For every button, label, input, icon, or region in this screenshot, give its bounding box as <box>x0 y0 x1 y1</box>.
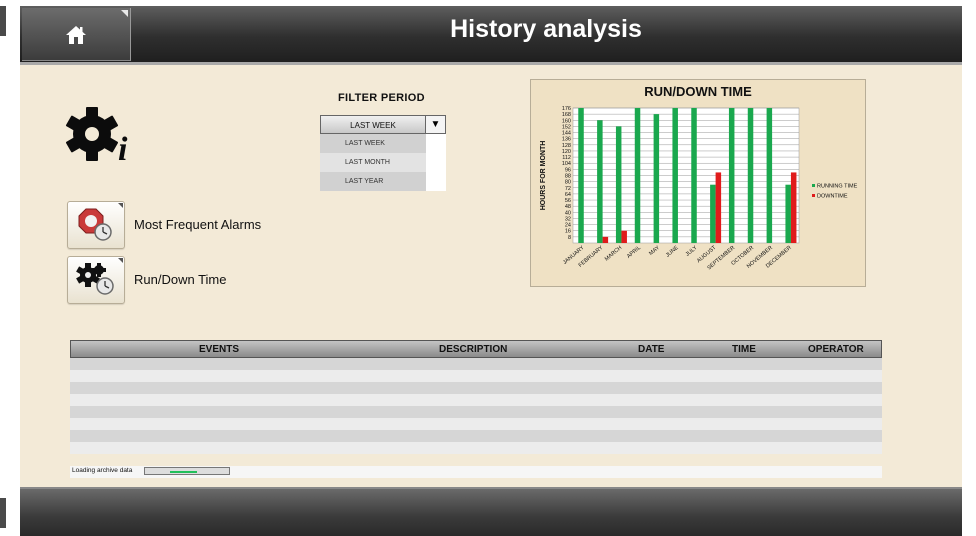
dropdown-arrow-icon[interactable]: ▼ <box>426 115 446 134</box>
x-tick-label: MAY <box>648 245 661 257</box>
legend-swatch-running <box>812 184 815 187</box>
period-options-list: LAST WEEK LAST MONTH LAST YEAR <box>320 134 446 191</box>
left-window-edge <box>0 0 9 534</box>
bar-running-november <box>766 108 773 243</box>
y-tick-label: 120 <box>562 149 571 155</box>
y-tick-label: 136 <box>562 137 571 143</box>
y-tick-label: 88 <box>565 174 571 180</box>
loading-progress-fill <box>170 471 198 473</box>
y-tick-label: 144 <box>562 131 571 137</box>
y-tick-label: 24 <box>565 223 571 229</box>
y-axis-label: HOURS FOR MONTH <box>540 141 547 211</box>
bar-downtime-february <box>602 236 609 243</box>
period-option[interactable]: LAST MONTH <box>320 153 426 172</box>
legend-label-running: RUNNING TIME <box>817 184 858 190</box>
main-panel: i Most Frequent Alarms Run/Down Time FIL… <box>20 65 962 487</box>
header-date: DATE <box>638 344 665 355</box>
table-header: EVENTS DESCRIPTION DATE TIME OPERATOR <box>70 340 882 358</box>
most-frequent-alarms-label: Most Frequent Alarms <box>134 217 262 232</box>
title-bar: History analysis <box>20 6 962 65</box>
bar-downtime-march <box>621 230 627 243</box>
y-tick-label: 40 <box>565 210 571 216</box>
table-row[interactable] <box>70 418 882 430</box>
bar-running-december <box>785 184 791 243</box>
page-title: History analysis <box>450 15 642 43</box>
bar-running-october <box>747 108 754 243</box>
bar-running-july <box>691 108 697 243</box>
edge-marker-bottom <box>0 498 6 528</box>
table-row[interactable] <box>70 394 882 406</box>
button-corner-marker <box>118 203 123 208</box>
y-tick-label: 168 <box>562 112 571 118</box>
period-option[interactable]: LAST WEEK <box>320 134 426 153</box>
y-tick-label: 128 <box>562 143 571 149</box>
y-tick-label: 176 <box>562 106 571 112</box>
header-time: TIME <box>732 344 756 355</box>
table-row[interactable] <box>70 382 882 394</box>
x-tick-label: MARCH <box>604 245 623 263</box>
legend-swatch-downtime <box>812 194 815 197</box>
x-tick-label: APRIL <box>626 245 642 260</box>
edge-marker-top <box>0 6 6 36</box>
table-row[interactable] <box>70 442 882 454</box>
period-option[interactable]: LAST YEAR <box>320 172 426 191</box>
y-tick-label: 104 <box>562 161 571 167</box>
header-events: EVENTS <box>199 344 240 355</box>
y-tick-label: 80 <box>565 180 571 186</box>
header-description: DESCRIPTION <box>439 344 508 355</box>
y-tick-label: 8 <box>568 235 571 241</box>
header-operator: OPERATOR <box>808 344 864 355</box>
run-down-chart: RUN/DOWN TIME 8 16 24 32 40 48 56 64 72 80 88 96 104… <box>530 79 866 287</box>
y-tick-label: 160 <box>562 118 571 124</box>
y-tick-label: 112 <box>562 155 571 161</box>
filter-period-title: FILTER PERIOD <box>338 92 425 104</box>
bar-downtime-december <box>790 172 797 243</box>
table-row[interactable] <box>70 370 882 382</box>
most-frequent-alarms-button[interactable] <box>67 201 125 249</box>
loading-status: Loading archive data <box>70 466 882 478</box>
legend-label-downtime: DOWNTIME <box>817 194 848 200</box>
y-tick-label: 64 <box>565 192 571 198</box>
bar-running-april <box>634 108 641 243</box>
bar-running-may <box>653 114 660 243</box>
loading-text: Loading archive data <box>72 467 133 474</box>
gear-info-icon: i <box>65 107 128 164</box>
period-dropdown[interactable]: LAST WEEK ▼ <box>320 115 446 134</box>
y-tick-label: 32 <box>565 216 571 222</box>
bar-running-september <box>728 108 735 243</box>
run-down-time-button[interactable] <box>67 256 125 304</box>
bar-running-march <box>615 126 622 243</box>
bar-running-august <box>710 184 716 243</box>
svg-text:i: i <box>118 131 128 164</box>
button-corner-marker <box>118 258 123 263</box>
y-tick-label: 56 <box>565 198 571 204</box>
bar-running-february <box>597 120 603 243</box>
y-tick-label: 152 <box>562 124 571 130</box>
bar-downtime-august <box>715 172 722 243</box>
chart-plot: 8162432404856647280889610411212012813614… <box>540 106 858 271</box>
y-tick-label: 96 <box>565 167 571 173</box>
loading-progress-bar <box>144 467 230 475</box>
x-tick-label: JULY <box>685 245 699 258</box>
table-row[interactable] <box>70 430 882 442</box>
hmi-window: History analysis i Most Frequent Alarms … <box>20 6 962 536</box>
y-tick-label: 48 <box>565 204 571 210</box>
table-row[interactable] <box>70 358 882 370</box>
bar-running-june <box>672 108 678 243</box>
x-tick-label: JUNE <box>665 245 680 259</box>
run-down-time-label: Run/Down Time <box>134 272 227 287</box>
alarm-clock-icon <box>78 208 112 241</box>
period-dropdown-value[interactable]: LAST WEEK <box>320 115 426 134</box>
y-tick-label: 16 <box>565 229 571 235</box>
table-row[interactable] <box>70 406 882 418</box>
events-table: EVENTS DESCRIPTION DATE TIME OPERATOR <box>70 340 882 469</box>
y-tick-label: 72 <box>565 186 571 192</box>
gears-clock-icon <box>76 263 114 295</box>
bottom-bar <box>20 487 962 536</box>
bar-running-january <box>578 108 584 243</box>
